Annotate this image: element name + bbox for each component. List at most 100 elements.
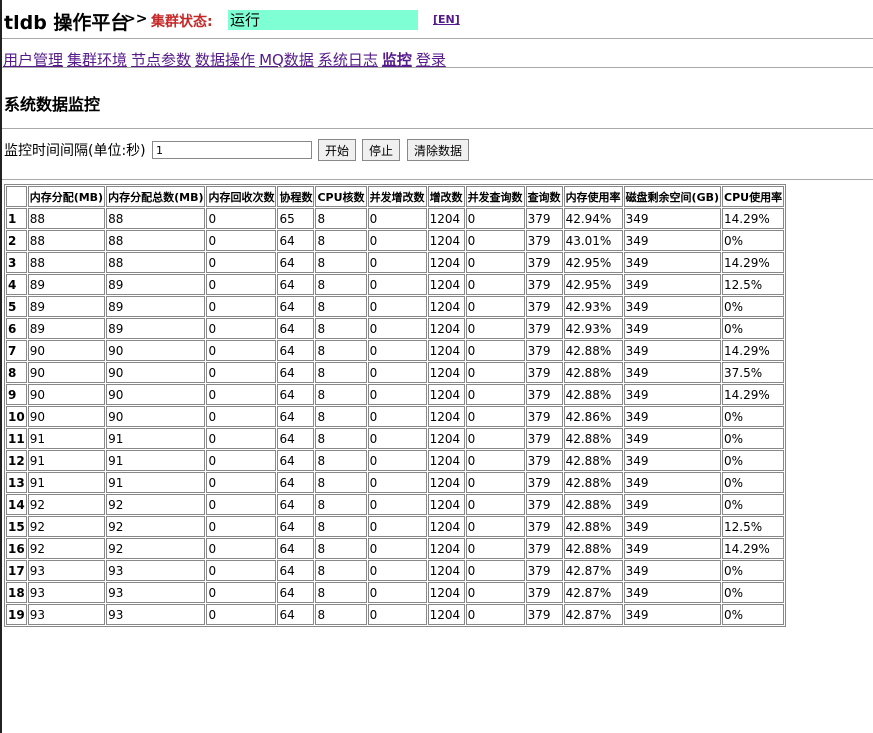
table-cell: 0 — [367, 296, 427, 317]
table-cell: 14.29% — [722, 340, 785, 361]
table-cell: 42.94% — [563, 208, 623, 229]
start-button[interactable]: 开始 — [318, 139, 357, 161]
table-cell: 0% — [722, 604, 785, 625]
table-cell: 379 — [525, 252, 563, 273]
table-cell: 8 — [315, 538, 367, 559]
table-cell: 42.86% — [563, 406, 623, 427]
row-index: 16 — [6, 538, 27, 559]
cluster-status-value: 运行 — [228, 10, 418, 30]
row-index: 15 — [6, 516, 27, 537]
table-cell: 90 — [27, 406, 106, 427]
interval-input[interactable] — [152, 141, 312, 159]
row-index: 17 — [6, 560, 27, 581]
nav-link-3[interactable]: 数据操作 — [195, 51, 255, 69]
row-index: 1 — [6, 208, 27, 229]
table-cell: 0 — [206, 318, 277, 339]
table-cell: 64 — [277, 252, 315, 273]
table-cell: 0 — [206, 296, 277, 317]
table-row: 19 93 93 0 64 8 0 1204 0 379 42.87% 349 0% — [6, 604, 785, 625]
table-cell: 0 — [367, 362, 427, 383]
table-cell: 8 — [315, 274, 367, 295]
table-cell: 349 — [623, 362, 722, 383]
table-cell: 42.95% — [563, 274, 623, 295]
table-cell: 379 — [525, 428, 563, 449]
table-row: 1 88 88 0 65 8 0 1204 0 379 42.94% 349 14.29% — [6, 208, 785, 229]
table-row: 2 88 88 0 64 8 0 1204 0 379 43.01% 349 0% — [6, 230, 785, 251]
nav-link-6[interactable]: 监控 — [382, 51, 412, 69]
table-cell: 42.88% — [563, 538, 623, 559]
table-cell: 0 — [465, 450, 525, 471]
table-cell: 0 — [206, 208, 277, 229]
table-cell: 379 — [525, 604, 563, 625]
table-cell: 88 — [27, 208, 106, 229]
table-cell: 0 — [206, 340, 277, 361]
header: tldb 操作平台 >> 集群状态: 运行 [EN] — [0, 0, 873, 38]
language-switch-link[interactable]: [EN] — [433, 13, 460, 26]
cluster-status-label: 集群状态: — [151, 14, 213, 30]
table-cell: 0 — [465, 604, 525, 625]
table-cell: 379 — [525, 516, 563, 537]
stop-button[interactable]: 停止 — [362, 139, 401, 161]
table-cell: 93 — [106, 560, 206, 581]
nav-link-4[interactable]: MQ数据 — [259, 51, 314, 69]
app-title: tldb 操作平台 — [4, 12, 130, 34]
column-header — [6, 186, 27, 207]
monitor-table-wrap: 内存分配(MB) 内存分配总数(MB) 内存回收次数 协程数 CPU核数 并发增改数 增改数… — [4, 184, 787, 627]
table-cell: 89 — [27, 318, 106, 339]
interval-label: 监控时间间隔(单位:秒) — [4, 143, 146, 159]
column-header: 内存使用率 — [563, 186, 623, 207]
controls-divider — [0, 179, 873, 180]
table-cell: 349 — [623, 384, 722, 405]
monitor-controls: 监控时间间隔(单位:秒) 开始 停止 清除数据 — [0, 129, 873, 179]
table-row: 10 90 90 0 64 8 0 1204 0 379 42.86% 349 0% — [6, 406, 785, 427]
table-cell: 91 — [106, 450, 206, 471]
table-cell: 42.88% — [563, 472, 623, 493]
table-cell: 0 — [367, 318, 427, 339]
table-cell: 1204 — [427, 406, 465, 427]
table-cell: 349 — [623, 208, 722, 229]
table-cell: 0 — [206, 494, 277, 515]
table-cell: 0 — [465, 208, 525, 229]
table-cell: 349 — [623, 450, 722, 471]
table-cell: 0% — [722, 230, 785, 251]
table-cell: 379 — [525, 274, 563, 295]
table-cell: 0 — [465, 274, 525, 295]
nav-link-0[interactable]: 用户管理 — [3, 51, 63, 69]
nav-link-7[interactable]: 登录 — [416, 51, 446, 69]
table-cell: 37.5% — [722, 362, 785, 383]
table-cell: 0 — [206, 538, 277, 559]
table-row: 7 90 90 0 64 8 0 1204 0 379 42.88% 349 14.29% — [6, 340, 785, 361]
table-cell: 64 — [277, 516, 315, 537]
table-cell: 0 — [367, 384, 427, 405]
clear-data-button[interactable]: 清除数据 — [407, 139, 470, 161]
table-cell: 90 — [106, 362, 206, 383]
table-cell: 1204 — [427, 516, 465, 537]
table-cell: 93 — [106, 604, 206, 625]
table-cell: 8 — [315, 296, 367, 317]
table-cell: 14.29% — [722, 208, 785, 229]
table-cell: 0 — [465, 362, 525, 383]
row-index: 4 — [6, 274, 27, 295]
nav-link-5[interactable]: 系统日志 — [318, 51, 378, 69]
table-cell: 1204 — [427, 428, 465, 449]
table-cell: 8 — [315, 582, 367, 603]
table-cell: 1204 — [427, 362, 465, 383]
nav-link-2[interactable]: 节点参数 — [131, 51, 191, 69]
table-cell: 379 — [525, 208, 563, 229]
table-cell: 379 — [525, 582, 563, 603]
table-cell: 349 — [623, 296, 722, 317]
nav-link-1[interactable]: 集群环境 — [67, 51, 127, 69]
table-cell: 0 — [206, 516, 277, 537]
table-cell: 379 — [525, 384, 563, 405]
table-cell: 42.88% — [563, 362, 623, 383]
table-cell: 0 — [206, 472, 277, 493]
table-cell: 349 — [623, 516, 722, 537]
table-cell: 42.88% — [563, 516, 623, 537]
table-cell: 93 — [27, 604, 106, 625]
table-cell: 0% — [722, 296, 785, 317]
table-cell: 1204 — [427, 340, 465, 361]
table-cell: 42.88% — [563, 428, 623, 449]
table-cell: 43.01% — [563, 230, 623, 251]
table-row: 6 89 89 0 64 8 0 1204 0 379 42.93% 349 0% — [6, 318, 785, 339]
table-cell: 64 — [277, 560, 315, 581]
